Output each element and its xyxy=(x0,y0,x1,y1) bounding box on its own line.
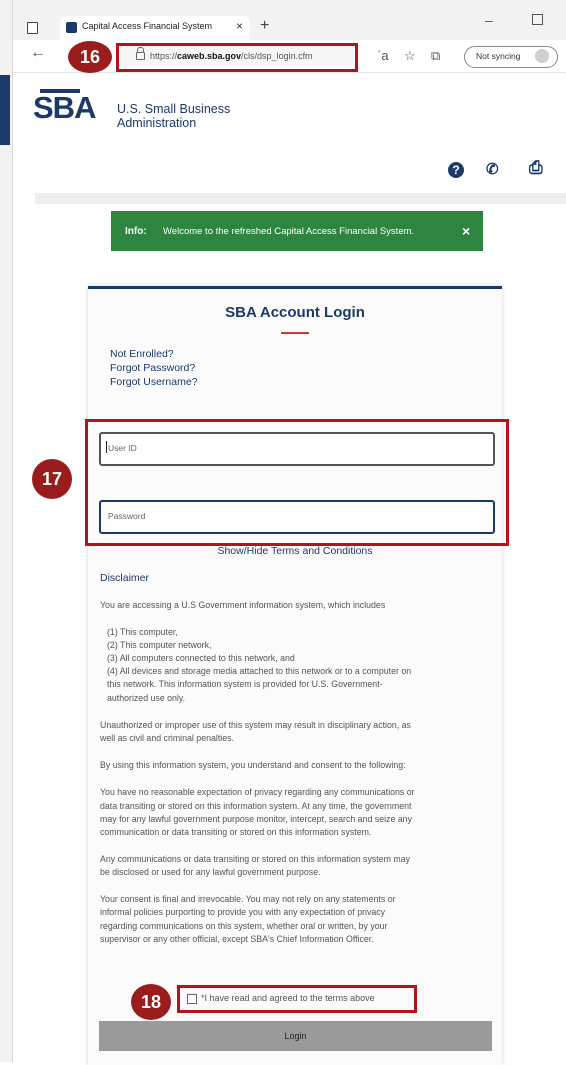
disclaimer-line: regarding communications on this system,… xyxy=(100,921,388,931)
sba-logo[interactable]: SBA xyxy=(33,90,96,126)
profile-avatar-icon[interactable] xyxy=(535,49,549,63)
left-accent-block xyxy=(0,75,10,145)
credentials-highlight-box xyxy=(85,419,509,546)
org-line-1: U.S. Small Business xyxy=(117,102,231,116)
disclaimer-line: supervisor or any other official, except… xyxy=(100,934,374,944)
agree-highlight-box xyxy=(177,985,417,1013)
disclaimer-line: be disclosed or used for any lawful gove… xyxy=(100,867,321,877)
show-hide-terms-link[interactable]: Show/Hide Terms and Conditions xyxy=(88,545,502,557)
left-margin xyxy=(0,0,12,1062)
disclaimer-line: this network. This information system is… xyxy=(107,679,383,689)
not-enrolled-link[interactable]: Not Enrolled? xyxy=(110,348,174,360)
login-title: SBA Account Login xyxy=(225,304,365,321)
url-highlight-box xyxy=(116,43,358,72)
alert-label: Info: xyxy=(125,226,147,237)
callout-badge-18: 18 xyxy=(131,984,171,1020)
minimize-icon[interactable]: – xyxy=(485,12,493,28)
disclaimer-line: Unauthorized or improper use of this sys… xyxy=(100,720,411,730)
disclaimer-line: informal policies purporting to provide … xyxy=(100,907,386,917)
login-button[interactable]: Login xyxy=(99,1021,492,1051)
help-icon[interactable]: ? xyxy=(448,162,464,178)
header-divider xyxy=(35,193,566,204)
favorite-star-icon[interactable]: ☆ xyxy=(404,48,416,64)
disclaimer-heading: Disclaimer xyxy=(100,572,150,584)
left-divider xyxy=(12,0,13,1062)
disclaimer-line: Any communications or data transiting or… xyxy=(100,854,410,864)
org-name: U.S. Small Business Administration xyxy=(117,102,230,130)
disclaimer-line: (1) This computer, xyxy=(107,627,178,637)
new-tab-icon[interactable]: + xyxy=(260,17,269,35)
read-aloud-icon[interactable]: ʿ​a xyxy=(377,48,389,63)
tab-actions-icon[interactable] xyxy=(27,22,38,34)
disclaimer-line: data transiting or stored on this inform… xyxy=(100,801,412,811)
disclaimer-line: You have no reasonable expectation of pr… xyxy=(100,787,415,797)
phone-icon[interactable]: ✆ xyxy=(486,160,499,178)
forgot-username-link[interactable]: Forgot Username? xyxy=(110,376,198,388)
disclaimer-line: By using this information system, you un… xyxy=(100,760,406,770)
title-underline xyxy=(281,332,309,334)
callout-badge-17: 17 xyxy=(32,459,72,499)
site-favicon-icon xyxy=(66,22,77,33)
disclaimer-line: Your consent is final and irrevocable. Y… xyxy=(100,894,396,904)
tab-title: Capital Access Financial System xyxy=(82,21,213,31)
callout-badge-16: 16 xyxy=(68,41,112,73)
forgot-password-link[interactable]: Forgot Password? xyxy=(110,362,195,374)
disclaimer-line: communication or data transiting or stor… xyxy=(100,827,372,837)
alert-message: Welcome to the refreshed Capital Access … xyxy=(163,226,415,237)
disclaimer-line: (3) All computers connected to this netw… xyxy=(107,653,295,663)
disclaimer-line: may for any lawful government purpose mo… xyxy=(100,814,412,824)
print-icon[interactable]: ⎙ xyxy=(529,158,543,178)
collections-icon[interactable]: ⧉ xyxy=(431,48,440,64)
maximize-icon[interactable] xyxy=(532,14,543,25)
sync-label: Not syncing xyxy=(476,51,521,61)
disclaimer-line: (4) All devices and storage media attach… xyxy=(107,666,412,676)
disclaimer-line: authorized use only. xyxy=(107,693,186,703)
org-line-2: Administration xyxy=(117,116,197,130)
disclaimer-line: (2) This computer network, xyxy=(107,640,212,650)
close-icon[interactable]: × xyxy=(462,223,470,239)
back-arrow-icon[interactable]: ← xyxy=(30,44,46,62)
tab-close-icon[interactable]: × xyxy=(236,19,243,33)
disclaimer-line: well as civil and criminal penalties. xyxy=(100,733,234,743)
disclaimer-line: You are accessing a U.S Government infor… xyxy=(100,600,386,610)
